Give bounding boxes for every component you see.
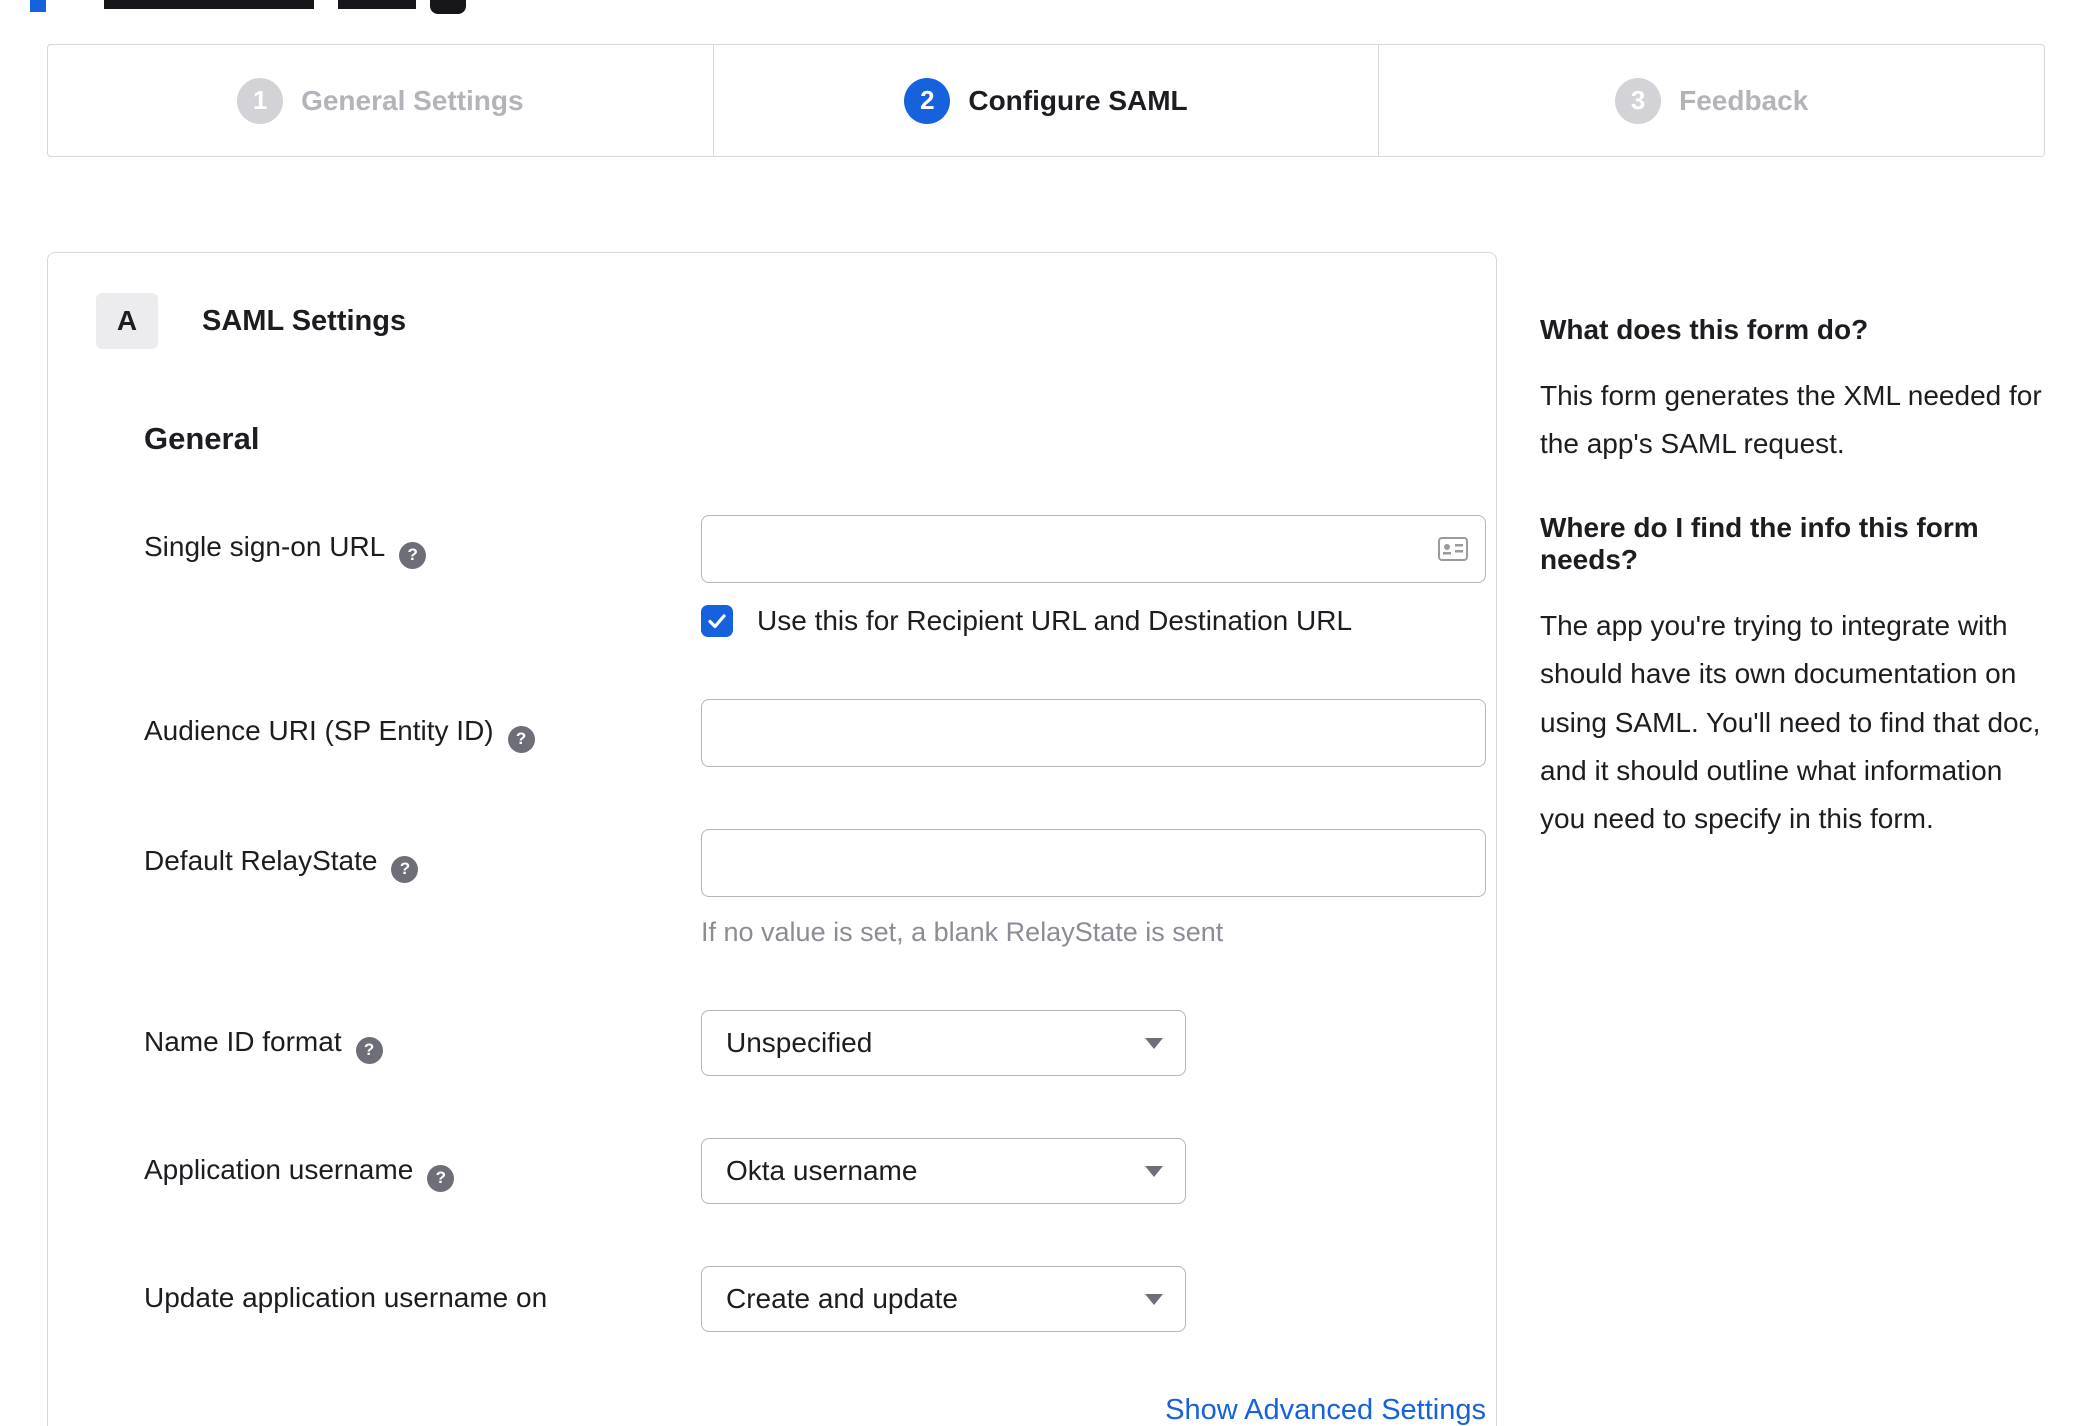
- step-number-badge: 1: [237, 77, 284, 124]
- help-sidebar: What does this form do? This form genera…: [1540, 314, 2045, 887]
- recipient-url-checkbox[interactable]: [701, 605, 733, 637]
- audience-uri-label: Audience URI (SP Entity ID): [144, 715, 494, 746]
- advanced-settings-row: Show Advanced Settings: [144, 1394, 1486, 1426]
- chevron-down-icon: [1145, 1293, 1163, 1305]
- step-label: Feedback: [1679, 84, 1809, 116]
- group-title-general: General: [144, 421, 260, 456]
- check-icon: [708, 614, 726, 629]
- select-value: Create and update: [726, 1283, 958, 1314]
- relaystate-input[interactable]: [701, 829, 1486, 897]
- panel-header: A SAML Settings: [96, 293, 1436, 349]
- application-username-label: Application username: [144, 1154, 414, 1185]
- recipient-url-checkbox-label: Use this for Recipient URL and Destinati…: [757, 605, 1353, 636]
- field-row-name-id-format: Name ID format Unspecified: [144, 1010, 1436, 1076]
- help-icon[interactable]: [427, 1164, 455, 1192]
- chevron-down-icon: [1145, 1165, 1163, 1177]
- cropped-header-fragment: [338, 0, 416, 9]
- sso-url-label: Single sign-on URL: [144, 531, 386, 562]
- field-row-single-sign-on-url: Single sign-on URL? Use this for Recipie…: [144, 515, 1486, 637]
- step-feedback[interactable]: 3 Feedback: [1378, 45, 2044, 156]
- section-title: SAML Settings: [202, 304, 407, 337]
- name-id-format-select[interactable]: Unspecified: [701, 1010, 1186, 1076]
- form-rows: Single sign-on URL? Use this for Recipie…: [144, 515, 1486, 1426]
- audience-uri-input[interactable]: [701, 699, 1486, 767]
- section-badge: A: [96, 293, 158, 349]
- select-value: Unspecified: [726, 1027, 873, 1058]
- cropped-header-fragment: [104, 0, 314, 9]
- update-application-username-select[interactable]: Create and update: [701, 1266, 1186, 1332]
- step-number-badge: 3: [1615, 77, 1662, 124]
- field-row-update-application-username: Update application username on Create an…: [144, 1266, 1436, 1332]
- show-advanced-settings-link[interactable]: Show Advanced Settings: [1165, 1394, 1486, 1426]
- chevron-down-icon: [1145, 1037, 1163, 1049]
- help-answer-1: This form generates the XML needed for t…: [1540, 380, 2042, 460]
- help-icon[interactable]: [399, 541, 427, 569]
- sso-checkbox-row: Use this for Recipient URL and Destinati…: [701, 605, 1486, 637]
- name-id-format-label: Name ID format: [144, 1026, 342, 1057]
- cropped-header-icon: [430, 0, 466, 14]
- step-configure-saml[interactable]: 2 Configure SAML: [712, 45, 1379, 156]
- help-answer-2: The app you're trying to integrate with …: [1540, 610, 2041, 834]
- wizard-stepper: 1 General Settings 2 Configure SAML 3 Fe…: [47, 44, 2045, 157]
- field-row-audience-uri: Audience URI (SP Entity ID): [144, 699, 1486, 767]
- help-question-2: Where do I find the info this form needs…: [1540, 512, 1979, 576]
- field-row-application-username: Application username Okta username: [144, 1138, 1436, 1204]
- application-username-select[interactable]: Okta username: [701, 1138, 1186, 1204]
- sso-url-input-wrap: [701, 515, 1486, 583]
- help-icon[interactable]: [391, 855, 419, 883]
- help-icon[interactable]: [507, 725, 535, 753]
- help-icon[interactable]: [355, 1036, 383, 1064]
- step-number-badge: 2: [904, 77, 951, 124]
- relaystate-label: Default RelayState: [144, 845, 378, 876]
- saml-settings-panel: A SAML Settings General Single sign-on U…: [47, 252, 1497, 1426]
- select-value: Okta username: [726, 1155, 918, 1186]
- step-label: General Settings: [301, 84, 524, 116]
- step-label: Configure SAML: [968, 84, 1188, 116]
- relaystate-hint: If no value is set, a blank RelayState i…: [701, 917, 1224, 947]
- help-question-1: What does this form do?: [1540, 314, 1869, 345]
- sso-url-input[interactable]: [701, 515, 1486, 583]
- step-general-settings[interactable]: 1 General Settings: [48, 45, 713, 156]
- address-card-icon[interactable]: [1438, 537, 1468, 561]
- cropped-header-fragment: [30, 0, 46, 12]
- field-row-default-relaystate: Default RelayState If no value is set, a…: [144, 829, 1486, 948]
- update-application-username-label: Update application username on: [144, 1282, 548, 1313]
